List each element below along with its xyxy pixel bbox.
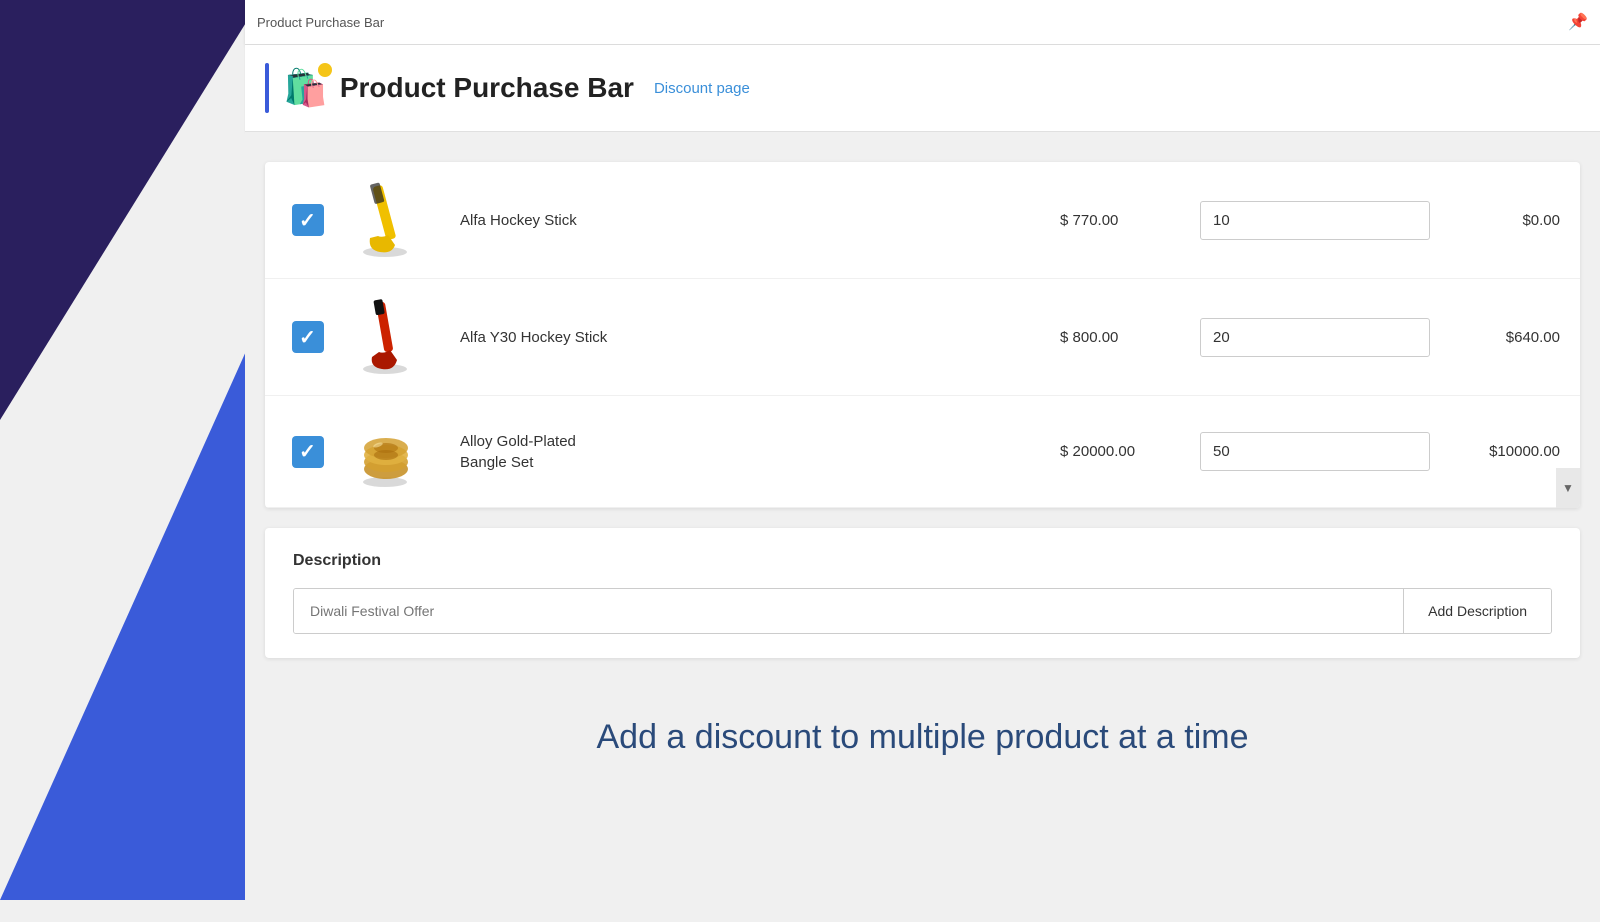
- add-description-button[interactable]: Add Description: [1403, 589, 1551, 633]
- product-quantity-1[interactable]: [1200, 201, 1430, 240]
- product-name-2: Alfa Y30 Hockey Stick: [440, 329, 1060, 346]
- product-quantity-2[interactable]: [1200, 318, 1430, 357]
- quantity-input-2[interactable]: [1200, 318, 1430, 357]
- description-input-row: Add Description: [293, 588, 1552, 634]
- app-icon: 🛍️: [283, 67, 328, 109]
- description-input[interactable]: [294, 589, 1403, 633]
- product-total-3: $10000.00: [1450, 443, 1560, 460]
- header-border: [265, 63, 269, 113]
- header: 🛍️ Product Purchase Bar Discount page: [245, 45, 1600, 132]
- checkbox-checked-icon[interactable]: [292, 204, 324, 236]
- product-price-1: $ 770.00: [1060, 212, 1180, 229]
- table-row: Alfa Y30 Hockey Stick $ 800.00 $640.00: [265, 279, 1580, 396]
- header-title: Product Purchase Bar: [340, 72, 634, 104]
- row-checkbox-2[interactable]: [285, 321, 330, 353]
- product-name-1: Alfa Hockey Stick: [440, 212, 1060, 229]
- card-dropdown-arrow[interactable]: ▼: [1556, 468, 1580, 508]
- icon-badge: [318, 63, 332, 77]
- product-table-card: Alfa Hockey Stick $ 770.00 $0.00: [265, 162, 1580, 508]
- bottom-tagline-section: Add a discount to multiple product at a …: [265, 678, 1580, 797]
- product-price-3: $ 20000.00: [1060, 443, 1180, 460]
- description-label: Description: [293, 552, 1552, 570]
- quantity-input-3[interactable]: [1200, 432, 1430, 471]
- product-name-3: Alloy Gold-PlatedBangle Set: [440, 431, 1060, 473]
- discount-page-link[interactable]: Discount page: [654, 80, 750, 97]
- product-quantity-3[interactable]: [1200, 432, 1430, 471]
- content-area: Alfa Hockey Stick $ 770.00 $0.00: [245, 132, 1600, 922]
- gold-bangle-icon: [348, 414, 423, 489]
- table-row: Alloy Gold-PlatedBangle Set $ 20000.00 $…: [265, 396, 1580, 508]
- product-image-3: [340, 414, 430, 489]
- red-stick-icon: [350, 297, 420, 377]
- checkbox-checked-icon[interactable]: [292, 436, 324, 468]
- description-card: Description Add Description: [265, 528, 1580, 658]
- table-row: Alfa Hockey Stick $ 770.00 $0.00: [265, 162, 1580, 279]
- row-checkbox-1[interactable]: [285, 204, 330, 236]
- main-content: Product Purchase Bar 📌 🛍️ Product Purcha…: [245, 0, 1600, 900]
- tagline-text: Add a discount to multiple product at a …: [285, 718, 1560, 757]
- bg-triangle-blue: [0, 320, 260, 900]
- quantity-input-1[interactable]: [1200, 201, 1430, 240]
- topbar-title: Product Purchase Bar: [257, 15, 384, 30]
- product-image-2: [340, 297, 430, 377]
- checkbox-checked-icon[interactable]: [292, 321, 324, 353]
- product-total-1: $0.00: [1450, 212, 1560, 229]
- product-price-2: $ 800.00: [1060, 329, 1180, 346]
- yellow-stick-icon: [350, 180, 420, 260]
- row-checkbox-3[interactable]: [285, 436, 330, 468]
- product-total-2: $640.00: [1450, 329, 1560, 346]
- product-image-1: [340, 180, 430, 260]
- top-bar: Product Purchase Bar 📌: [245, 0, 1600, 45]
- bg-decoration: [0, 0, 260, 900]
- pin-icon: 📌: [1568, 12, 1588, 32]
